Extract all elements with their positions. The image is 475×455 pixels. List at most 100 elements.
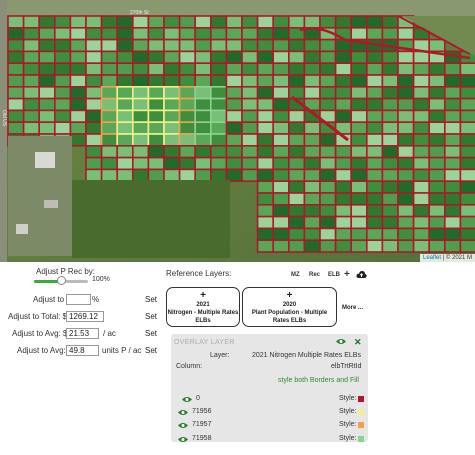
field-map[interactable]: 270th St Old US Leaflet | © 2021 M (0, 0, 475, 262)
field-grid-cell[interactable] (69, 121, 87, 135)
field-grid-cell[interactable] (272, 215, 290, 230)
field-grid-cell[interactable] (303, 204, 321, 218)
field-grid-cell[interactable] (178, 97, 197, 112)
field-grid-cell[interactable] (397, 204, 415, 218)
field-grid-cell[interactable] (365, 145, 384, 159)
field-grid-cell[interactable] (163, 86, 181, 100)
field-grid-cell[interactable] (241, 26, 259, 41)
field-grid-cell[interactable] (287, 156, 306, 171)
field-grid-cell[interactable] (53, 121, 72, 135)
field-grid-cell[interactable] (319, 180, 337, 194)
field-grid-cell[interactable] (210, 86, 228, 100)
field-grid-cell[interactable] (412, 180, 431, 194)
field-grid-cell[interactable] (147, 145, 165, 159)
field-grid-cell[interactable] (381, 109, 399, 124)
field-grid-cell[interactable] (350, 109, 368, 124)
field-grid-cell[interactable] (412, 227, 431, 241)
field-grid-cell[interactable] (459, 180, 475, 194)
field-grid-cell[interactable] (412, 215, 431, 230)
field-grid-cell[interactable] (85, 121, 103, 135)
field-grid-cell[interactable] (210, 121, 228, 135)
field-grid-cell[interactable] (303, 15, 321, 29)
field-grid-cell[interactable] (225, 26, 243, 41)
field-grid-cell[interactable] (53, 38, 72, 53)
field-grid-cell[interactable] (85, 38, 103, 53)
field-grid-cell[interactable] (397, 180, 415, 194)
field-grid-cell[interactable] (256, 97, 275, 112)
field-grid-cell[interactable] (256, 239, 275, 253)
field-grid-cell[interactable] (428, 204, 446, 218)
field-grid-cell[interactable] (272, 133, 290, 147)
field-grid-cell[interactable] (365, 121, 384, 135)
field-grid-cell[interactable] (412, 192, 431, 206)
field-grid-cell[interactable] (178, 50, 197, 65)
field-grid-cell[interactable] (194, 26, 212, 41)
field-grid-cell[interactable] (303, 86, 321, 100)
field-grid-cell[interactable] (116, 62, 134, 76)
field-grid-cell[interactable] (147, 133, 165, 147)
field-grid-cell[interactable] (194, 168, 212, 182)
field-grid-cell[interactable] (256, 156, 275, 171)
set-button-avg-dollar[interactable]: Set (145, 329, 157, 338)
field-grid-cell[interactable] (225, 156, 243, 171)
field-grid-cell[interactable] (7, 26, 25, 41)
field-grid-cell[interactable] (303, 62, 321, 76)
field-grid-cell[interactable] (381, 227, 399, 241)
field-grid-cell[interactable] (350, 15, 368, 29)
field-grid-cell[interactable] (178, 156, 197, 171)
field-grid-cell[interactable] (241, 15, 259, 29)
field-grid-cell[interactable] (443, 74, 462, 88)
field-grid-cell[interactable] (412, 74, 431, 88)
field-grid-cell[interactable] (287, 74, 306, 88)
field-grid-cell[interactable] (256, 215, 275, 230)
field-grid-cell[interactable] (178, 74, 197, 88)
field-grid-cell[interactable] (256, 204, 275, 218)
field-grid-cell[interactable] (210, 109, 228, 124)
field-grid-cell[interactable] (85, 109, 103, 124)
field-grid-cell[interactable] (303, 121, 321, 135)
field-grid-cell[interactable] (53, 26, 72, 41)
field-grid-cell[interactable] (100, 121, 118, 135)
field-grid-cell[interactable] (319, 86, 337, 100)
eye-icon[interactable] (336, 338, 346, 345)
field-grid-cell[interactable] (459, 133, 475, 147)
field-grid-cell[interactable] (287, 192, 306, 206)
field-grid-cell[interactable] (210, 133, 228, 147)
field-grid-cell[interactable] (85, 50, 103, 65)
field-grid-cell[interactable] (365, 50, 384, 65)
field-grid-cell[interactable] (428, 145, 446, 159)
field-grid-cell[interactable] (319, 215, 337, 230)
field-grid-cell[interactable] (225, 121, 243, 135)
field-grid-cell[interactable] (334, 86, 353, 100)
field-grid-cell[interactable] (287, 180, 306, 194)
field-grid-cell[interactable] (350, 121, 368, 135)
field-grid-cell[interactable] (412, 168, 431, 182)
field-grid-cell[interactable] (272, 38, 290, 53)
field-grid-cell[interactable] (100, 156, 118, 171)
field-grid-cell[interactable] (85, 168, 103, 182)
field-grid-cell[interactable] (287, 109, 306, 124)
field-grid-cell[interactable] (350, 97, 368, 112)
field-grid-cell[interactable] (178, 26, 197, 41)
field-grid-cell[interactable] (365, 97, 384, 112)
field-grid-cell[interactable] (178, 168, 197, 182)
field-grid-cell[interactable] (365, 215, 384, 230)
tool-mz-button[interactable]: MZ (291, 272, 300, 278)
field-grid-cell[interactable] (319, 62, 337, 76)
field-grid-cell[interactable] (132, 168, 150, 182)
field-grid-cell[interactable] (241, 38, 259, 53)
field-grid-cell[interactable] (163, 74, 181, 88)
field-grid-cell[interactable] (85, 26, 103, 41)
field-grid-cell[interactable] (287, 215, 306, 230)
field-grid-cell[interactable] (459, 204, 475, 218)
field-grid-cell[interactable] (443, 145, 462, 159)
field-grid-cell[interactable] (287, 15, 306, 29)
field-grid-cell[interactable] (428, 180, 446, 194)
field-grid-cell[interactable] (22, 109, 41, 124)
field-grid-cell[interactable] (428, 192, 446, 206)
field-grid-cell[interactable] (319, 50, 337, 65)
eye-icon[interactable] (178, 409, 188, 416)
field-grid-cell[interactable] (85, 156, 103, 171)
field-grid-cell[interactable] (38, 50, 56, 65)
field-grid-cell[interactable] (256, 74, 275, 88)
